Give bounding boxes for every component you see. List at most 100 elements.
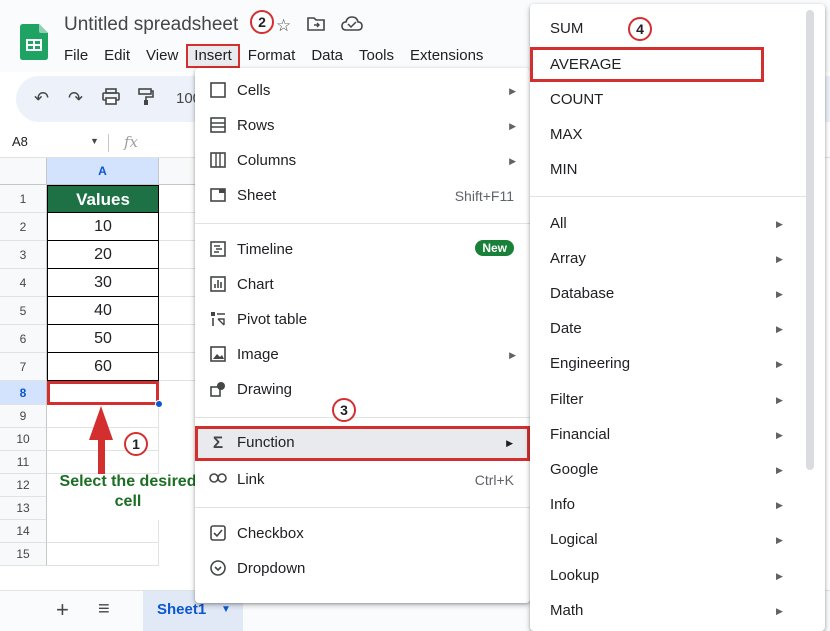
menu-data[interactable]: Data <box>303 44 351 68</box>
undo-icon[interactable]: ↶ <box>34 88 49 109</box>
star-icon[interactable]: ☆ <box>276 16 291 36</box>
row-header[interactable]: 6 <box>0 325 47 353</box>
menu-item-dropdown[interactable]: Dropdown <box>195 552 530 587</box>
row-header[interactable]: 13 <box>0 497 47 520</box>
all-sheets-icon[interactable]: ≡ <box>98 598 110 621</box>
function-min[interactable]: MIN <box>530 152 810 187</box>
menu-file[interactable]: File <box>56 44 96 68</box>
document-title[interactable]: Untitled spreadsheet <box>64 14 238 36</box>
row-header[interactable]: 14 <box>0 520 47 543</box>
cell-b4[interactable] <box>159 269 199 297</box>
chart-icon <box>209 276 227 294</box>
function-category-date[interactable]: Date ▶ <box>530 311 810 346</box>
cell-b5[interactable] <box>159 297 199 325</box>
function-category-math[interactable]: Math ▶ <box>530 593 810 628</box>
menu-edit[interactable]: Edit <box>96 44 138 68</box>
image-icon <box>209 346 227 364</box>
menu-item-pivot-table[interactable]: Pivot table <box>195 303 530 338</box>
function-category-lookup[interactable]: Lookup ▶ <box>530 558 810 593</box>
row-header[interactable]: 3 <box>0 241 47 269</box>
menu-item-function[interactable]: Σ Function ▶ <box>195 426 530 461</box>
chevron-down-icon[interactable]: ▼ <box>221 604 231 615</box>
select-all-corner[interactable] <box>0 158 47 185</box>
row-header[interactable]: 4 <box>0 269 47 297</box>
pivot-table-icon <box>209 311 227 329</box>
link-icon <box>209 471 227 489</box>
selected-cell-a8[interactable] <box>47 381 159 405</box>
menu-insert[interactable]: Insert <box>186 44 240 68</box>
row-header[interactable]: 5 <box>0 297 47 325</box>
menu-item-image[interactable]: Image ▶ <box>195 338 530 373</box>
chevron-down-icon[interactable]: ▼ <box>90 136 99 146</box>
row-header[interactable]: 12 <box>0 474 47 497</box>
menu-item-rows[interactable]: Rows ▶ <box>195 109 530 144</box>
function-max[interactable]: MAX <box>530 117 810 152</box>
cell-a7[interactable]: 60 <box>47 353 159 381</box>
menu-item-sheet[interactable]: Sheet Shift+F11 <box>195 179 530 214</box>
print-icon[interactable] <box>102 88 120 110</box>
menu-item-chart[interactable]: Chart <box>195 268 530 303</box>
function-category-logical[interactable]: Logical ▶ <box>530 522 810 557</box>
menu-extensions[interactable]: Extensions <box>402 44 491 68</box>
function-count[interactable]: COUNT <box>530 82 810 117</box>
cell-a1[interactable]: Values <box>47 185 159 213</box>
cell-a6[interactable]: 50 <box>47 325 159 353</box>
submenu-scrollbar[interactable] <box>806 10 814 470</box>
function-category-financial[interactable]: Financial ▶ <box>530 417 810 452</box>
column-header-a[interactable]: A <box>47 158 159 185</box>
function-sum[interactable]: SUM <box>530 11 810 46</box>
row-header[interactable]: 9 <box>0 405 47 428</box>
submenu-arrow-icon: ▶ <box>509 121 516 131</box>
row-header[interactable]: 2 <box>0 213 47 241</box>
row-header[interactable]: 1 <box>0 185 47 213</box>
cloud-saved-icon[interactable] <box>341 16 364 36</box>
menu-item-link[interactable]: Link Ctrl+K <box>195 463 530 498</box>
row-header[interactable]: 15 <box>0 543 47 566</box>
function-average[interactable]: AVERAGE <box>530 47 764 82</box>
menu-item-cells[interactable]: Cells ▶ <box>195 74 530 109</box>
add-sheet-icon[interactable]: + <box>56 597 69 623</box>
menu-item-drawing[interactable]: Drawing <box>195 373 530 408</box>
menu-item-columns[interactable]: Columns ▶ <box>195 144 530 179</box>
annotation-arrow <box>98 438 105 474</box>
sheet-icon <box>209 187 227 205</box>
menu-item-timeline[interactable]: Timeline New <box>195 233 530 268</box>
cell-b3[interactable] <box>159 241 199 269</box>
row-header[interactable]: 10 <box>0 428 47 451</box>
cell-a14[interactable] <box>47 520 159 543</box>
row-header[interactable]: 8 <box>0 381 47 405</box>
function-category-google[interactable]: Google ▶ <box>530 452 810 487</box>
menu-view[interactable]: View <box>138 44 186 68</box>
function-category-info[interactable]: Info ▶ <box>530 487 810 522</box>
cell-a2[interactable]: 10 <box>47 213 159 241</box>
function-category-database[interactable]: Database ▶ <box>530 276 810 311</box>
redo-icon[interactable]: ↷ <box>68 88 83 109</box>
menu-format[interactable]: Format <box>240 44 304 68</box>
menu-tools[interactable]: Tools <box>351 44 402 68</box>
rows-icon <box>209 117 227 135</box>
google-sheets-logo[interactable] <box>20 24 48 60</box>
row-header[interactable]: 11 <box>0 451 47 474</box>
cell-b6[interactable] <box>159 325 199 353</box>
cell-a15[interactable] <box>47 543 159 566</box>
menu-item-checkbox[interactable]: Checkbox <box>195 517 530 552</box>
row-header[interactable]: 7 <box>0 353 47 381</box>
function-category-filter[interactable]: Filter ▶ <box>530 382 810 417</box>
function-category-engineering[interactable]: Engineering ▶ <box>530 346 810 381</box>
function-category-array[interactable]: Array ▶ <box>530 241 810 276</box>
cell-a4[interactable]: 30 <box>47 269 159 297</box>
function-category-all[interactable]: All ▶ <box>530 206 810 241</box>
shortcut-text: Shift+F11 <box>454 188 514 204</box>
name-box[interactable]: A8 <box>12 134 28 149</box>
cell-a5[interactable]: 40 <box>47 297 159 325</box>
move-to-folder-icon[interactable] <box>307 16 326 36</box>
cell-b2[interactable] <box>159 213 199 241</box>
column-header-b[interactable] <box>159 158 199 185</box>
cell-a3[interactable]: 20 <box>47 241 159 269</box>
fill-handle[interactable] <box>155 400 163 408</box>
menubar: File Edit View Insert Format Data Tools … <box>56 44 491 68</box>
paint-format-icon[interactable] <box>138 88 154 111</box>
cell-b7[interactable] <box>159 353 199 381</box>
cell-b1[interactable] <box>159 185 199 213</box>
step-badge-2: 2 <box>250 10 274 34</box>
